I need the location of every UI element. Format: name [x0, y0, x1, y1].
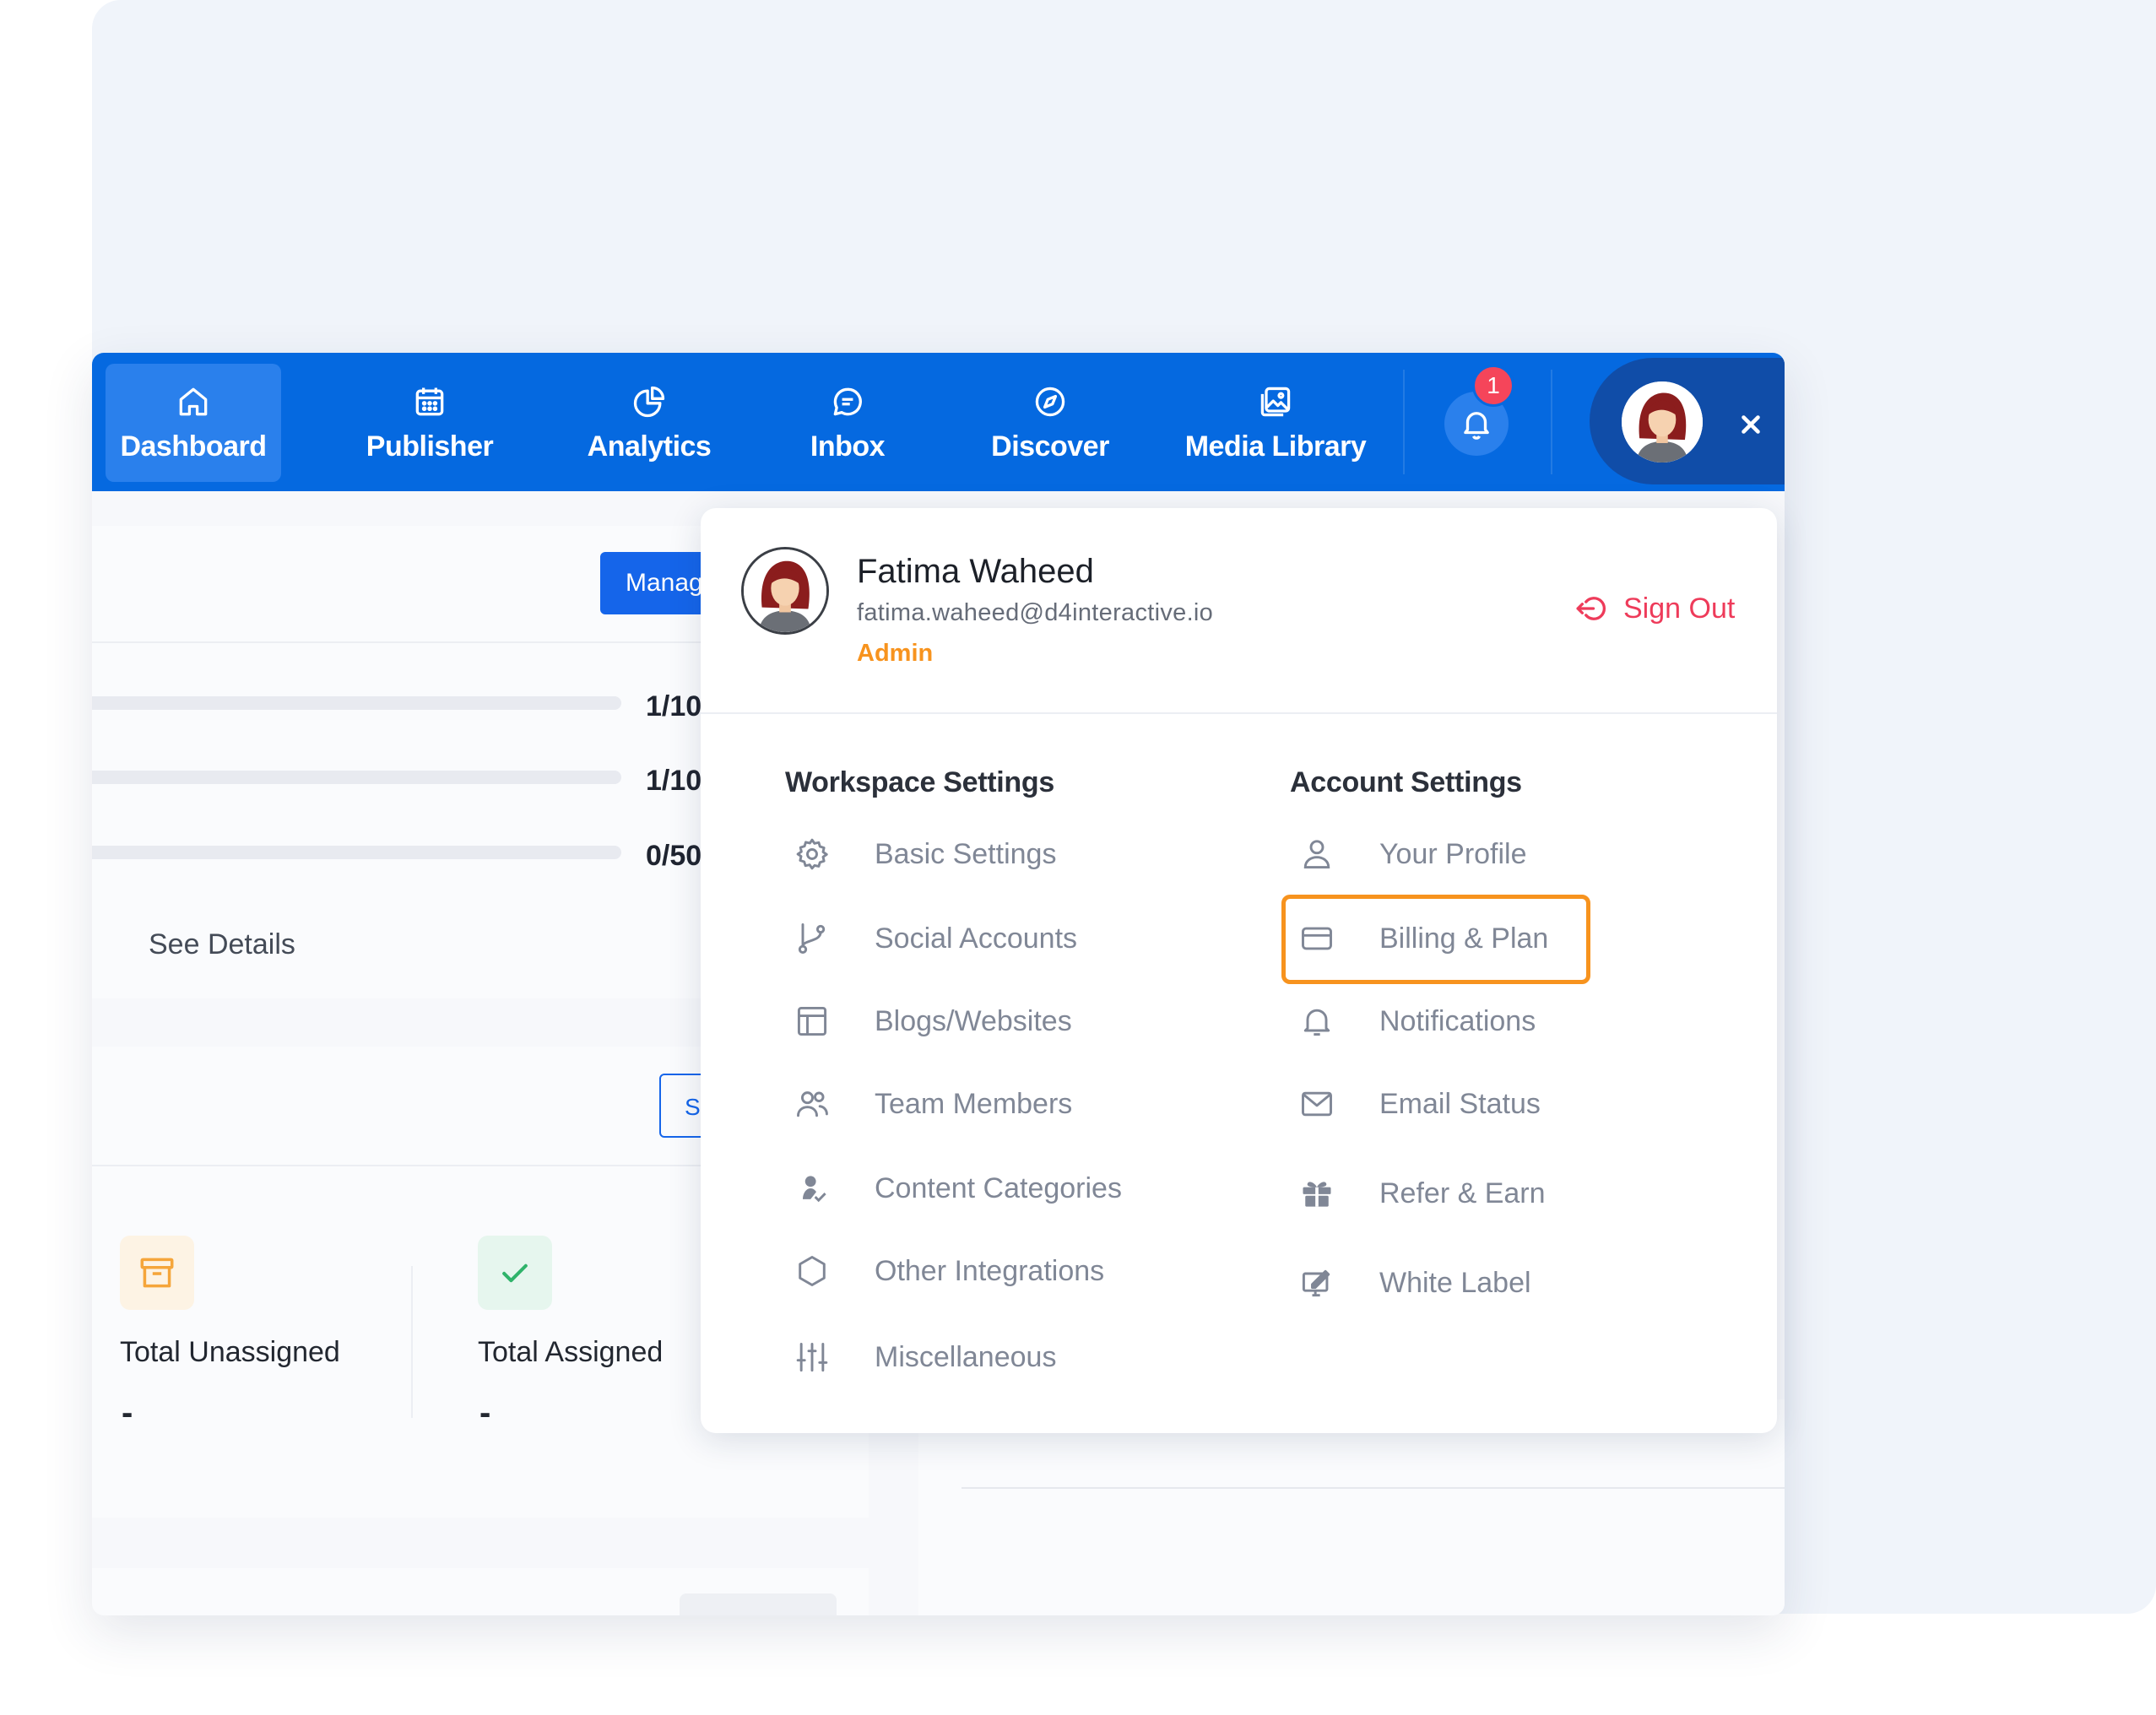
nav-inbox[interactable]: Inbox: [784, 364, 911, 482]
menu-white-label[interactable]: White Label: [1297, 1249, 1531, 1317]
close-menu-button[interactable]: [1730, 403, 1772, 446]
divider: [701, 712, 1777, 714]
nav-publisher[interactable]: Publisher: [345, 364, 514, 482]
menu-label: Content Categories: [875, 1171, 1122, 1204]
image-icon: [1260, 387, 1291, 416]
menu-refer-earn[interactable]: Refer & Earn: [1297, 1160, 1546, 1227]
usage-ratio: 1/10: [646, 765, 702, 797]
menu-label: Other Integrations: [875, 1254, 1105, 1287]
bell-icon: [1464, 412, 1489, 440]
menu-social-accounts[interactable]: Social Accounts: [792, 905, 1077, 972]
menu-label: Email Status: [1379, 1087, 1541, 1120]
usage-ratio: 0/50: [646, 840, 702, 872]
menu-label: Basic Settings: [875, 837, 1057, 870]
menu-notifications[interactable]: Notifications: [1297, 987, 1536, 1055]
gift-icon: [1303, 1182, 1331, 1207]
menu-label: Social Accounts: [875, 922, 1078, 955]
hexagon-icon: [799, 1256, 826, 1286]
branch-icon: [798, 923, 826, 954]
pie-chart-icon: [633, 386, 665, 417]
stat-value: -: [122, 1394, 133, 1431]
menu-other-integrations[interactable]: Other Integrations: [792, 1237, 1104, 1305]
white-label-icon: [1302, 1269, 1330, 1297]
usage-progress-bar: [92, 846, 621, 859]
placeholder-pill: [680, 1593, 837, 1615]
menu-basic-settings[interactable]: Basic Settings: [792, 820, 1056, 888]
menu-team-members[interactable]: Team Members: [792, 1070, 1072, 1138]
menu-label: Your Profile: [1379, 837, 1527, 870]
nav-media-library[interactable]: Media Library: [1170, 364, 1381, 482]
nav-divider: [1551, 370, 1552, 474]
close-icon: [1742, 415, 1760, 434]
workspace-settings-heading: Workspace Settings: [785, 766, 1054, 798]
menu-miscellaneous[interactable]: Miscellaneous: [792, 1323, 1056, 1391]
nav-label: Analytics: [587, 430, 712, 463]
avatar-illustration-icon: [1622, 381, 1703, 463]
bell-icon: [1303, 1009, 1330, 1036]
check-icon: [502, 1263, 528, 1283]
nav-label: Discover: [991, 430, 1109, 463]
menu-label: White Label: [1379, 1266, 1531, 1299]
nav-label: Inbox: [810, 430, 886, 463]
nav-divider: [1403, 370, 1405, 474]
nav-analytics[interactable]: Analytics: [569, 364, 729, 482]
user-email: fatima.waheed@d4interactive.io: [857, 599, 1214, 626]
sign-out-button[interactable]: Sign Out: [1573, 591, 1735, 626]
user-name: Fatima Waheed: [857, 553, 1094, 590]
mail-icon: [1302, 1091, 1332, 1117]
stat-divider: [411, 1266, 413, 1418]
profile-dropdown: Fatima Waheed fatima.waheed@d4interactiv…: [701, 508, 1777, 1433]
chat-icon: [833, 387, 862, 415]
archive-icon: [140, 1258, 174, 1288]
menu-label: Blogs/Websites: [875, 1004, 1072, 1037]
home-icon: [179, 387, 208, 415]
nav-dashboard[interactable]: Dashboard: [106, 364, 281, 482]
avatar: [741, 547, 829, 635]
user-role: Admin: [857, 640, 934, 667]
divider: [962, 1487, 1785, 1489]
nav-discover[interactable]: Discover: [970, 364, 1130, 482]
avatar[interactable]: [1622, 381, 1703, 463]
nav-label: Publisher: [366, 430, 494, 463]
user-icon: [1303, 840, 1330, 869]
menu-label: Refer & Earn: [1379, 1177, 1546, 1209]
gear-icon: [796, 838, 828, 870]
sign-out-label: Sign Out: [1623, 592, 1736, 625]
stat-label: Total Unassigned: [120, 1336, 340, 1368]
account-settings-heading: Account Settings: [1290, 766, 1522, 798]
menu-email-status[interactable]: Email Status: [1297, 1070, 1541, 1138]
menu-label: Miscellaneous: [875, 1340, 1057, 1373]
usage-ratio: 1/10: [646, 690, 702, 722]
usage-progress-bar: [92, 771, 621, 784]
sign-out-icon: [1576, 597, 1606, 620]
stat-label: Total Assigned: [478, 1336, 664, 1368]
stat-value: -: [479, 1394, 491, 1431]
menu-label: Team Members: [875, 1087, 1073, 1120]
category-icon: [803, 1176, 826, 1203]
avatar-illustration-icon: [744, 549, 826, 632]
nav-label: Dashboard: [120, 430, 267, 463]
menu-label: Notifications: [1379, 1004, 1536, 1037]
menu-content-categories[interactable]: Content Categories: [792, 1155, 1122, 1222]
billing-plan-highlight: [1281, 895, 1590, 984]
see-details-link[interactable]: See Details: [149, 928, 295, 961]
usage-progress-bar: [92, 696, 621, 710]
unassigned-stat-icon-box: [120, 1236, 194, 1310]
calendar-icon: [415, 387, 444, 415]
users-icon: [797, 1091, 828, 1117]
layout-icon: [797, 1006, 827, 1036]
notification-badge: 1: [1472, 365, 1514, 407]
nav-label: Media Library: [1184, 430, 1367, 463]
assigned-stat-icon-box: [478, 1236, 552, 1310]
sliders-icon: [796, 1342, 828, 1372]
menu-blogs-websites[interactable]: Blogs/Websites: [792, 987, 1072, 1055]
menu-your-profile[interactable]: Your Profile: [1297, 820, 1527, 888]
compass-icon: [1035, 387, 1065, 416]
top-navigation: Dashboard Publisher Analytics Inbox Disc…: [92, 353, 1785, 491]
